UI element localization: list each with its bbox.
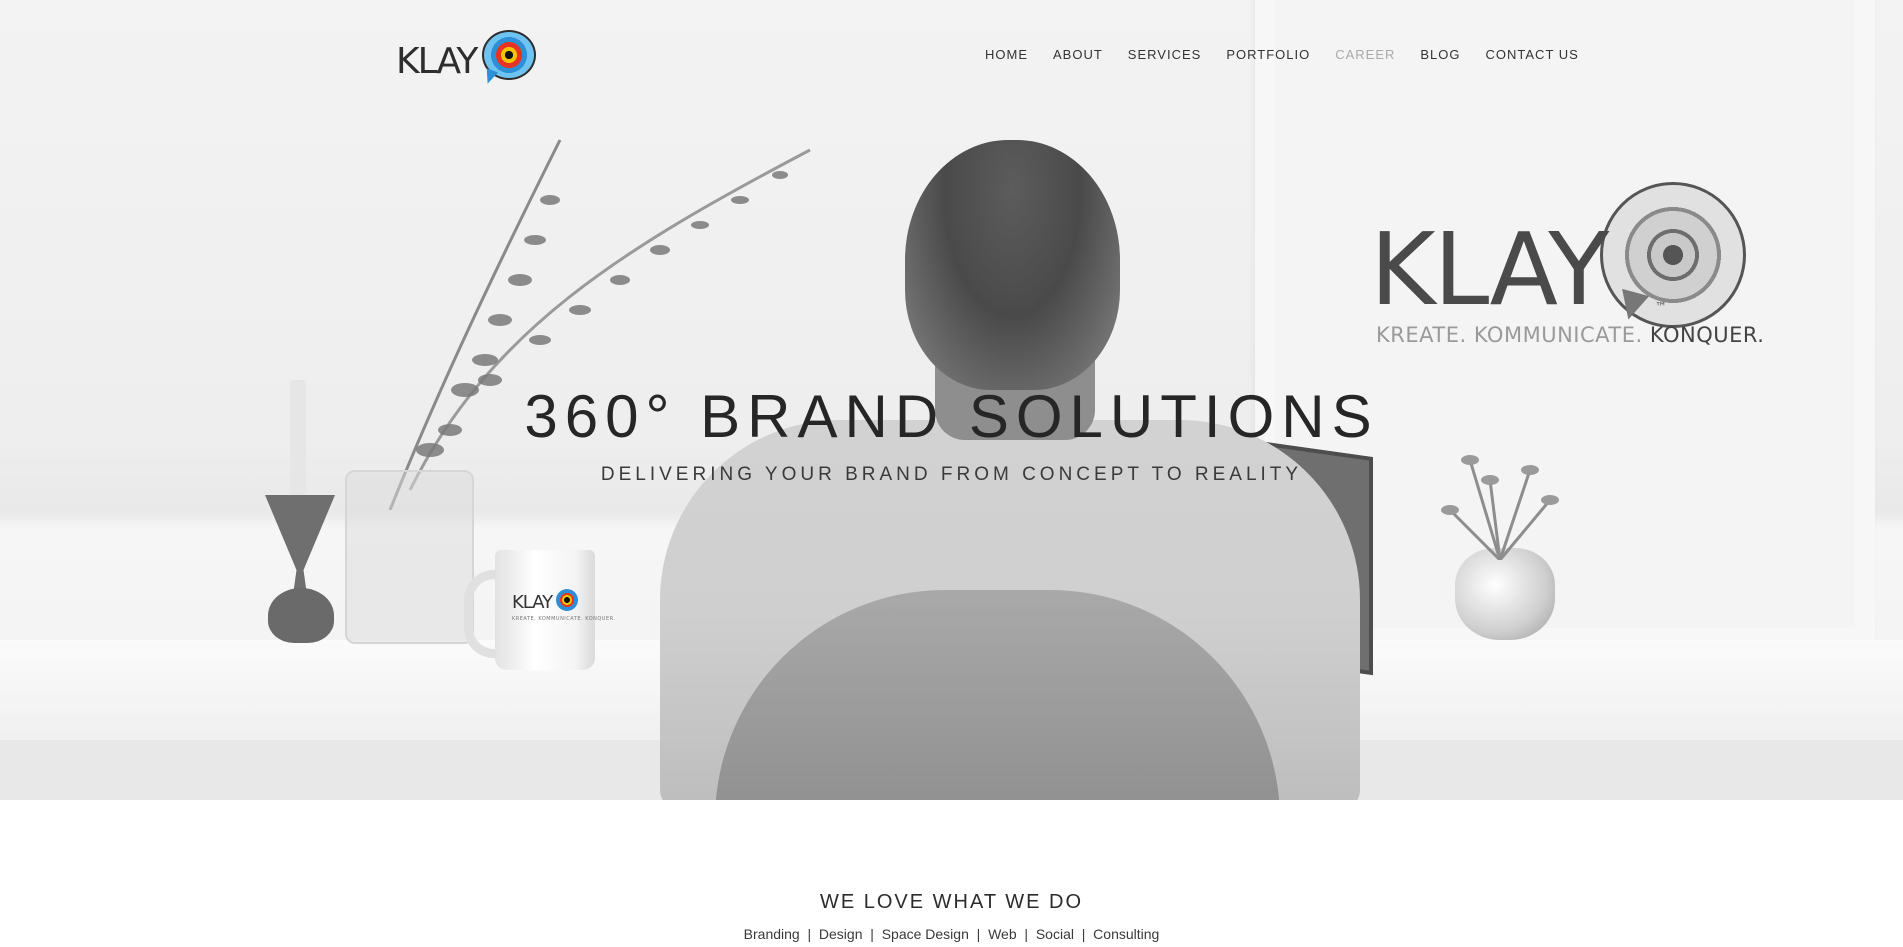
mug-logo-text: KLAY	[512, 592, 553, 613]
nav-home[interactable]: HOME	[985, 46, 1028, 64]
nav-about[interactable]: ABOUT	[1053, 46, 1103, 64]
service-separator: |	[968, 926, 989, 942]
main-nav: HOME ABOUT SERVICES PORTFOLIO CAREER BLO…	[985, 46, 1604, 64]
logo-trademark: ™	[508, 78, 513, 84]
vase-base	[268, 588, 334, 643]
poster-tagline: KREATE. KOMMUNICATE. KONQUER.	[1376, 323, 1764, 347]
logo-text: KLAY	[396, 41, 478, 82]
poster-tagline-dark: KONQUER.	[1649, 323, 1765, 347]
logo-speech-tail	[481, 68, 499, 86]
service-separator: |	[862, 926, 882, 942]
hero-subtitle: DELIVERING YOUR BRAND FROM CONCEPT TO RE…	[600, 464, 1303, 485]
potted-plant	[1441, 455, 1559, 560]
nav-portfolio[interactable]: PORTFOLIO	[1226, 46, 1310, 64]
nav-career[interactable]: CAREER	[1335, 46, 1395, 64]
vase	[265, 495, 335, 595]
service-separator: |	[1073, 926, 1094, 942]
service-web: Web	[988, 926, 1017, 942]
nav-services[interactable]: SERVICES	[1128, 46, 1202, 64]
hero-banner: KLAY ™ KREATE. KOMMUNICATE. KONQUER. KLA…	[0, 0, 1903, 800]
services-list: Branding | Design | Space Design | Web |…	[0, 926, 1903, 942]
poster-tagline-light: KREATE. KOMMUNICATE.	[1376, 323, 1643, 347]
poster-trademark: ™	[1655, 300, 1667, 314]
hero-title: 360° BRAND SOLUTIONS	[524, 383, 1379, 450]
nav-contact-us[interactable]: CONTACT US	[1486, 46, 1579, 64]
plant-pot	[1455, 548, 1555, 640]
nav-blog[interactable]: BLOG	[1420, 46, 1460, 64]
service-social: Social	[1035, 926, 1074, 942]
poster-logo-text: KLAY	[1370, 211, 1609, 328]
service-consulting: Consulting	[1093, 926, 1160, 942]
person-head	[905, 140, 1120, 390]
site-logo[interactable]: KLAY ™	[396, 30, 536, 86]
intro-title: WE LOVE WHAT WE DO	[819, 891, 1084, 913]
mug-tagline: KREATE. KOMMUNICATE. KONQUER.	[512, 616, 616, 622]
service-branding: Branding	[743, 926, 800, 942]
mug-target-icon	[556, 589, 578, 611]
service-separator: |	[1016, 926, 1036, 942]
service-space-design: Space Design	[881, 926, 969, 942]
service-design: Design	[818, 926, 863, 942]
glass-jar	[345, 470, 474, 644]
service-separator: |	[799, 926, 819, 942]
